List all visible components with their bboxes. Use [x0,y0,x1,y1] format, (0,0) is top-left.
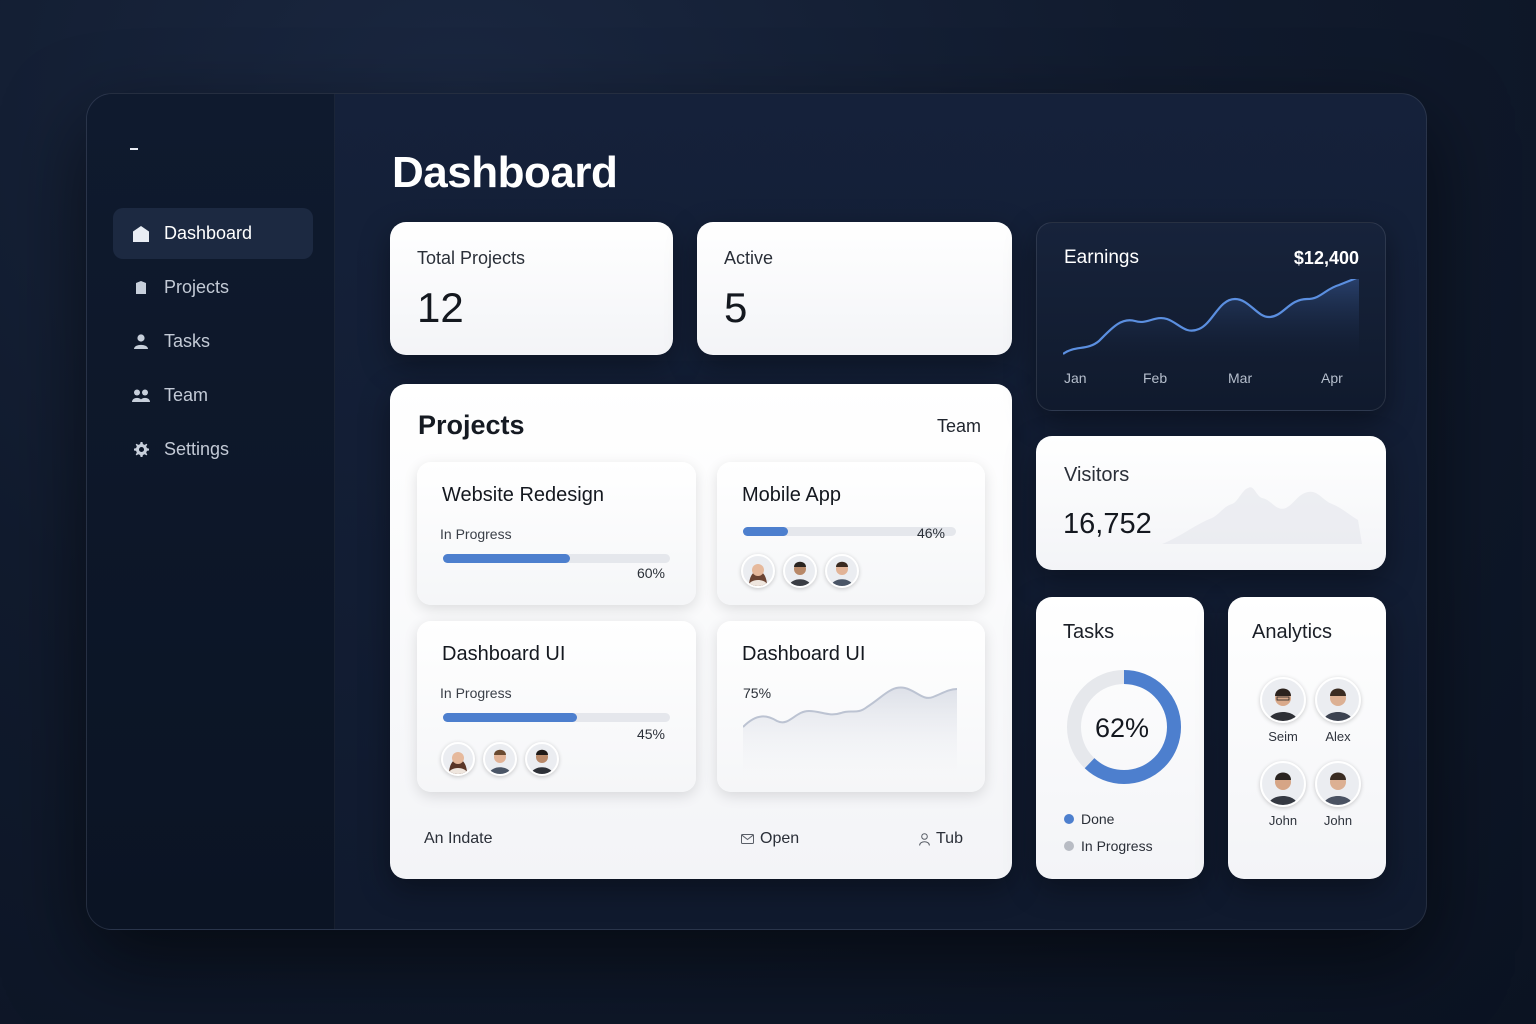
visitors-value: 16,752 [1063,508,1152,540]
mail-icon [741,834,754,844]
analytics-card[interactable]: Analytics Seim Alex John John [1228,597,1386,879]
team-link[interactable]: Team [937,416,981,437]
progress-fill [443,713,577,722]
gear-icon [132,441,150,459]
project-title: Dashboard UI [742,643,866,665]
avatar[interactable] [741,554,775,588]
earnings-title: Earnings [1064,247,1139,268]
sidebar-item-label: Team [164,385,209,405]
project-title: Dashboard UI [442,643,566,665]
sidebar-item-label: Dashboard [164,223,253,243]
member-name: John [1268,813,1298,828]
project-title: Website Redesign [442,484,604,506]
progress-bar [443,713,670,722]
sidebar-item-label: Settings [164,439,230,459]
avatar[interactable] [783,554,817,588]
legend-in-progress: In Progress [1064,838,1153,854]
earnings-amount: $12,400 [1293,248,1359,268]
page-title: Dashboard [392,148,618,197]
team-member[interactable]: Seim [1253,677,1313,744]
team-member[interactable]: John [1308,761,1368,828]
projects-panel: Projects Team Website Redesign In Progre… [390,384,1012,879]
users-icon [132,387,150,405]
user-icon [132,333,150,351]
project-card-mobile-app[interactable]: Mobile App 46% [717,462,985,605]
month-label: Mar [1228,370,1253,386]
projects-title: Projects [418,410,525,440]
tasks-title: Tasks [1063,621,1115,643]
month-label: Feb [1143,370,1168,386]
avatar[interactable] [441,742,475,776]
mini-area-chart [743,686,958,775]
avatar [1260,677,1306,723]
open-link[interactable]: Open [741,830,799,848]
tasks-card[interactable]: Tasks 62% Done In Progress [1036,597,1204,879]
project-card-website-redesign[interactable]: Website Redesign In Progress 60% [417,462,696,605]
avatar [1315,677,1361,723]
user-icon [919,832,930,846]
sidebar-item-tasks[interactable]: Tasks [113,316,313,367]
sidebar-item-label: Tasks [164,331,211,351]
avatar [1260,761,1306,807]
avatar-group [441,742,567,776]
legend-label: Done [1081,811,1115,827]
earnings-card[interactable]: Earnings $12,400 Jan Feb Mar Apr [1036,222,1386,411]
sidebar-nav: Dashboard Projects Tasks Team Settings [113,208,313,478]
tub-label: Tub [936,830,963,847]
progress-fill [443,554,571,563]
logo-mark [130,148,138,150]
project-status: In Progress [440,526,512,542]
visitors-card[interactable]: Visitors 16,752 [1036,436,1386,570]
legend-done: Done [1064,811,1114,827]
avatar[interactable] [483,742,517,776]
progress-percent: 46% [916,525,945,541]
sidebar-item-label: Projects [164,277,230,297]
progress-fill [743,527,788,536]
stat-value: 5 [724,284,748,331]
avatar-group [741,554,867,588]
member-name: John [1323,813,1353,828]
folder-icon [132,279,150,297]
stat-label: Active [724,248,774,268]
project-card-dashboard-ui[interactable]: Dashboard UI In Progress 45% [417,621,696,792]
sidebar-item-team[interactable]: Team [113,370,313,421]
progress-percent: 60% [636,565,665,581]
tasks-percent: 62% [1094,713,1150,743]
progress-bar [443,554,670,563]
member-name: Alex [1325,729,1351,744]
stat-value: 12 [417,284,464,331]
sidebar-item-settings[interactable]: Settings [113,424,313,475]
open-label: Open [760,830,800,847]
sidebar: Dashboard Projects Tasks Team Settings [87,94,335,929]
stat-label: Total Projects [417,248,526,268]
earnings-line-chart [1063,279,1359,359]
avatar [1315,761,1361,807]
avatar[interactable] [525,742,559,776]
legend-label: In Progress [1081,838,1153,854]
progress-percent: 45% [636,726,665,742]
analytics-title: Analytics [1252,621,1333,643]
month-label: Jan [1064,370,1087,386]
home-icon [132,225,150,243]
month-label: Apr [1321,370,1343,386]
visitors-area-chart [1162,487,1362,544]
team-member[interactable]: John [1253,761,1313,828]
tub-link[interactable]: Tub [919,830,963,848]
app-window: Dashboard Projects Tasks Team Settings D… [86,93,1427,930]
sidebar-item-dashboard[interactable]: Dashboard [113,208,313,259]
team-member[interactable]: Alex [1308,677,1368,744]
legend-dot [1064,814,1074,824]
member-name: Seim [1268,729,1298,744]
project-title: Mobile App [742,484,841,506]
project-card-dashboard-ui-chart[interactable]: Dashboard UI 75% [717,621,985,792]
project-status: In Progress [440,685,512,701]
sidebar-item-projects[interactable]: Projects [113,262,313,313]
active-card[interactable]: Active 5 [697,222,1012,355]
avatar[interactable] [825,554,859,588]
total-projects-card[interactable]: Total Projects 12 [390,222,673,355]
footer-indate: An Indate [424,830,493,847]
legend-dot [1064,841,1074,851]
visitors-title: Visitors [1064,464,1130,486]
